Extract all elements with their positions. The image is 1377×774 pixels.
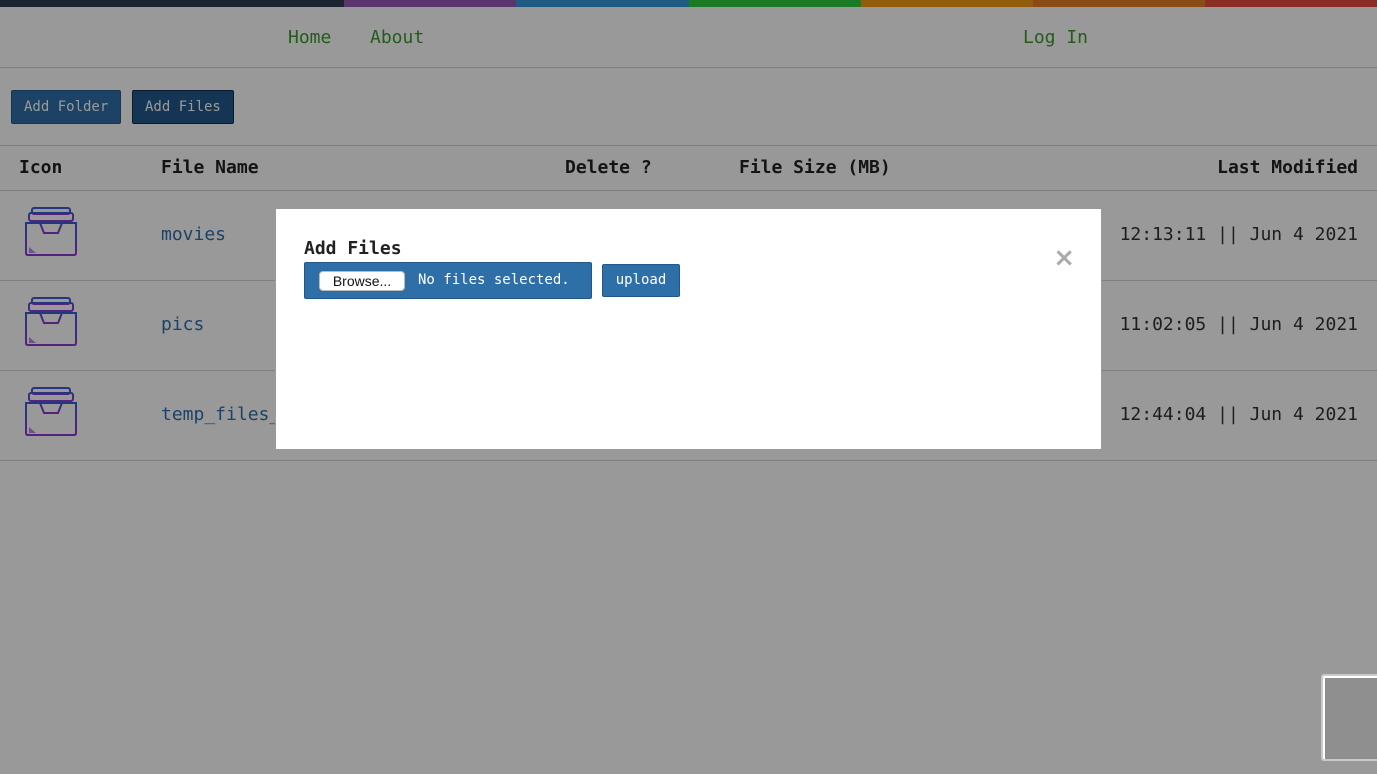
file-status-text: No files selected.: [418, 272, 570, 288]
file-input[interactable]: Browse... No files selected.: [304, 262, 592, 299]
thumbnail-image: [1325, 678, 1377, 759]
add-files-modal: Add Files × Browse... No files selected.…: [275, 208, 1102, 450]
browse-button[interactable]: Browse...: [319, 271, 405, 291]
close-icon[interactable]: ×: [1053, 245, 1075, 271]
window-thumbnail-preview[interactable]: [1321, 674, 1377, 761]
upload-button[interactable]: upload: [602, 264, 680, 297]
modal-title: Add Files: [304, 238, 402, 259]
